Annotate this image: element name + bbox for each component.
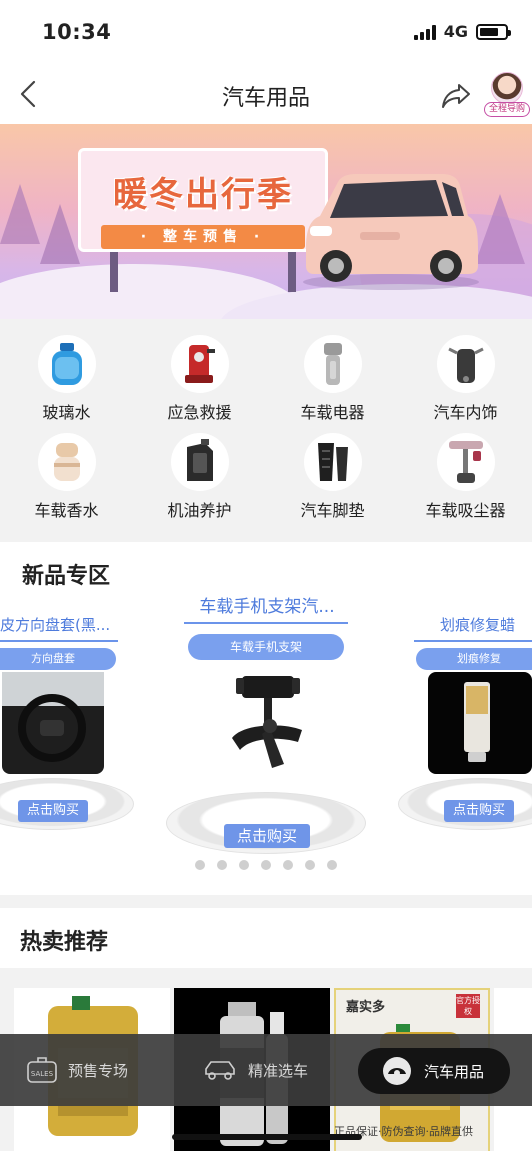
card-tag: 划痕修复 [416,648,532,670]
carousel-dot[interactable] [195,860,205,870]
brand-label: 嘉实多 [346,1000,386,1015]
category-item-6[interactable]: 汽车脚垫 [266,433,399,521]
engine-oil-icon [170,433,229,491]
car-charger-icon [303,335,362,393]
carousel-dot[interactable] [327,860,337,870]
carousel-dot[interactable] [283,860,293,870]
category-item-7[interactable]: 车载吸尘器 [399,433,532,521]
car-outline-icon [205,1061,235,1080]
category-label: 玻璃水 [42,403,91,422]
vacuum-icon [436,433,495,491]
banner-title: 暖冬出行季 [113,175,293,215]
phone-holder-image [232,676,302,768]
tab-car-select[interactable]: 精准选车 [202,1034,308,1106]
card-title: 车载手机支架汽... [199,597,335,617]
banner-billboard: 暖冬出行季 · 整车预售 · [78,148,328,252]
card-tag: 车载手机支架 [188,634,344,660]
tab-label: 精准选车 [248,1061,309,1080]
category-label: 机油养护 [167,501,232,520]
phone-mount-icon [436,335,495,393]
tab-car-accessories[interactable]: 汽车用品 [358,1048,510,1094]
buy-button[interactable]: 点击购买 [444,800,514,822]
card-title: 划痕修复蜡 [440,616,516,634]
battery-icon [476,23,511,40]
category-item-5[interactable]: 机油养护 [133,433,266,521]
home-indicator [172,1134,362,1140]
sales-tag-icon: SALES [27,1057,57,1083]
shopping-guide-button[interactable]: 全程导购 [484,72,530,120]
bottom-tab-bar: SALES 预售专场 精准选车 汽车用品 [0,1034,532,1106]
tab-label: 汽车用品 [424,1062,485,1081]
category-grid: 玻璃水 应急救援 车载电器 汽车内饰 车载香水 机油养护 汽车脚垫 车载吸尘器 [0,319,532,540]
carousel-dot[interactable] [239,860,249,870]
tab-label: 预售专场 [68,1061,129,1080]
card-title: 皮方向盘套(黑... [0,616,111,634]
steering-cover-image [2,672,104,774]
card-tag: 方向盘套 [0,648,116,670]
category-item-4[interactable]: 车载香水 [0,433,133,521]
network-type: 4G [443,22,468,41]
tab-presale[interactable]: SALES 预售专场 [26,1034,128,1106]
promo-banner[interactable]: 暖冬出行季 · 整车预售 · [0,124,532,319]
signal-icon [413,24,436,40]
category-item-1[interactable]: 应急救援 [133,335,266,423]
status-bar: 10:34 4G [0,0,532,66]
section-title: 热卖推荐 [20,930,109,955]
buy-button[interactable]: 点击购买 [224,824,310,848]
category-label: 汽车内饰 [433,403,498,422]
carousel-dot[interactable] [217,860,227,870]
category-label: 车载吸尘器 [425,501,506,520]
carousel-dot[interactable] [261,860,271,870]
category-label: 应急救援 [167,403,232,422]
hot-products-section: 热卖推荐 嘉实多 官方授权 [0,908,532,1151]
category-label: 车载电器 [300,403,365,422]
car-accessory-icon [383,1057,411,1085]
pink-car-image [303,174,479,290]
emergency-kit-icon [170,335,229,393]
category-item-2[interactable]: 车载电器 [266,335,399,423]
banner-subtitle: · 整车预售 · [101,225,305,249]
guide-label: 全程导购 [484,102,530,117]
category-label: 汽车脚垫 [300,501,365,520]
status-indicators: 4G [413,22,511,41]
carousel-dot[interactable] [305,860,315,870]
car-perfume-icon [37,433,96,491]
category-item-0[interactable]: 玻璃水 [0,335,133,423]
svg-text:SALES: SALES [31,1070,54,1078]
carousel-dots [0,860,532,870]
buy-button[interactable]: 点击购买 [18,800,88,822]
nav-bar: 汽车用品 全程导购 [0,66,532,124]
floor-mat-icon [303,433,362,491]
washer-fluid-icon [37,335,96,393]
share-icon[interactable] [440,80,472,110]
new-products-section: 新品专区 皮方向盘套(黑... 方向盘套 点击购买 车载手机支架汽... 车载手… [0,542,532,895]
category-label: 车载香水 [34,501,99,520]
guide-avatar [491,72,523,104]
official-badge: 官方授权 [456,994,480,1018]
scratch-wax-image [428,672,532,774]
category-item-3[interactable]: 汽车内饰 [399,335,532,423]
status-time: 10:34 [42,20,112,44]
section-title: 新品专区 [22,564,111,589]
